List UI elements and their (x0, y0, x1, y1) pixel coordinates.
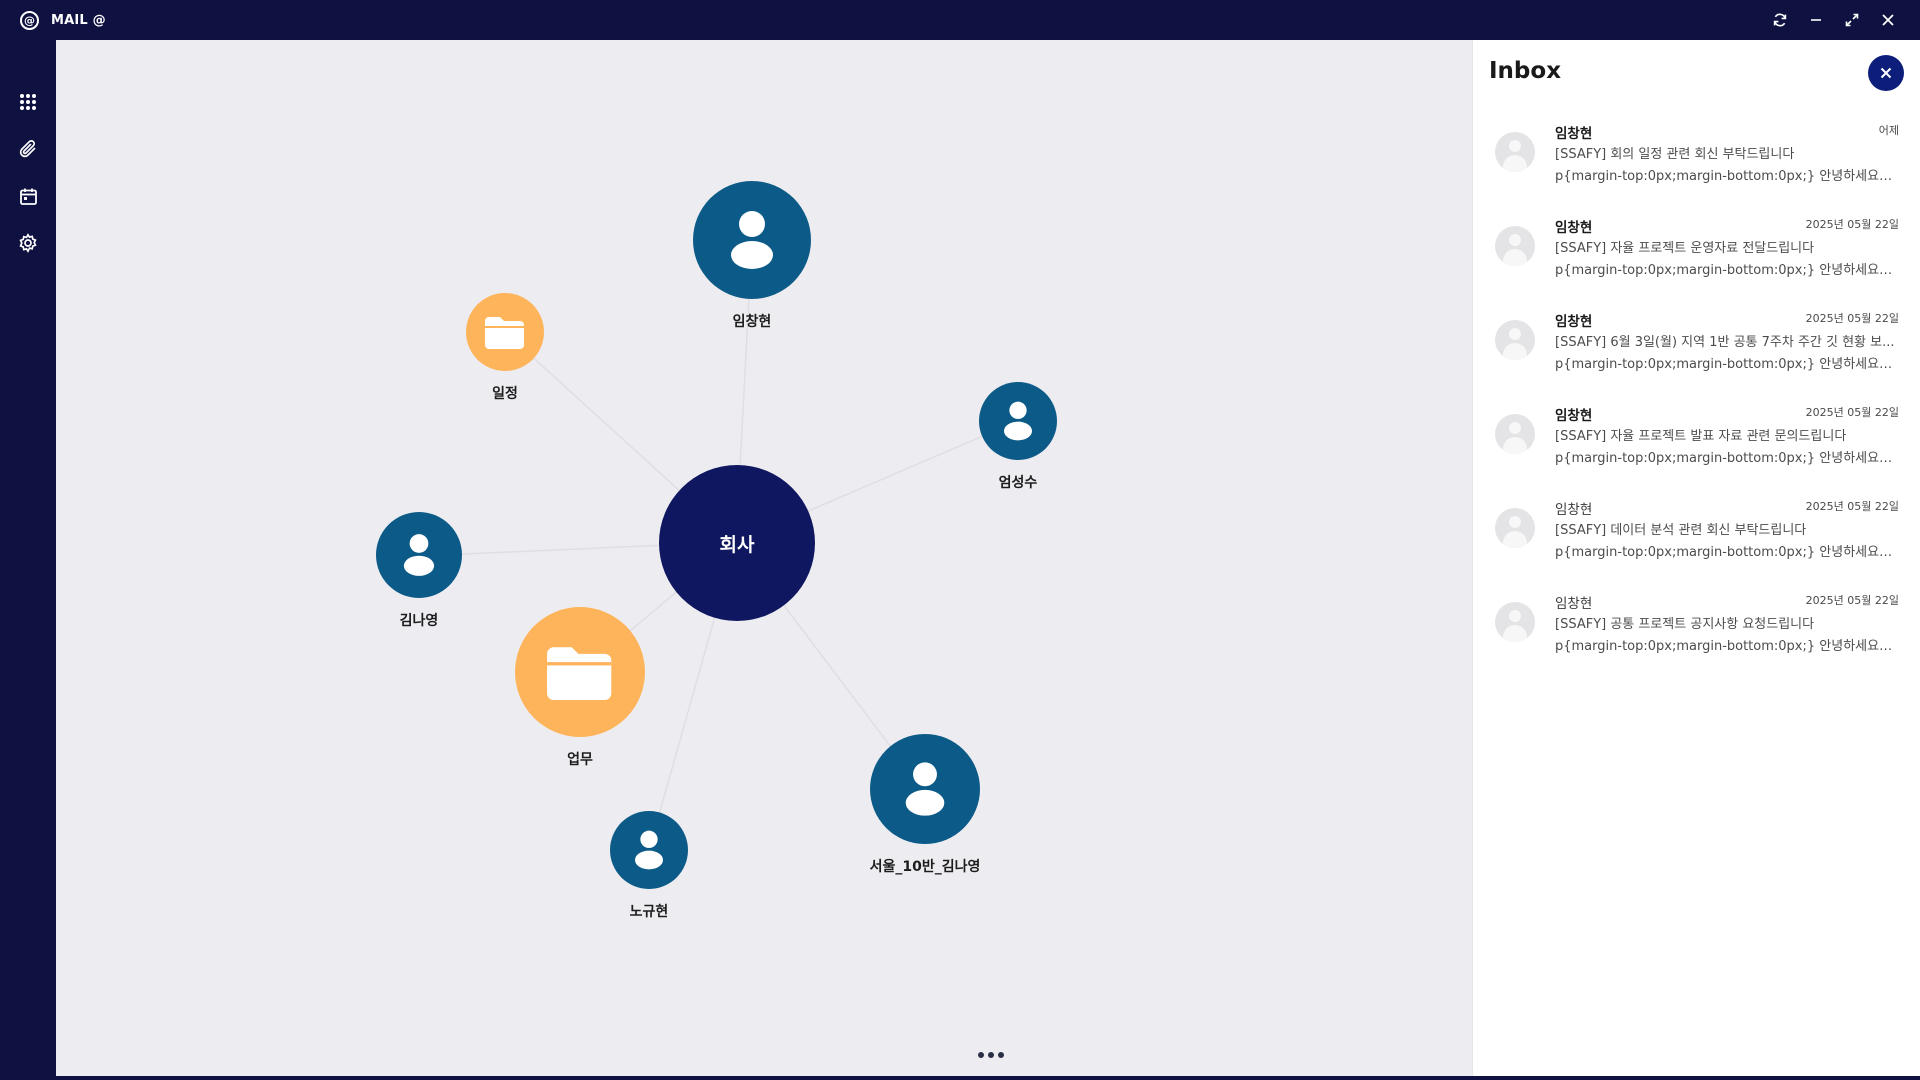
person-icon (731, 211, 773, 269)
mail-list: 임창현 어제 [SSAFY] 회의 일정 관련 회신 부탁드립니다 p{marg… (1473, 112, 1920, 676)
maximize-icon (1845, 13, 1859, 27)
person-icon (403, 534, 435, 576)
mail-date: 2025년 05월 22일 (1805, 594, 1899, 607)
mail-list-item[interactable]: 임창현 2025년 05월 22일 [SSAFY] 6월 3일(월) 지역 1반… (1473, 300, 1920, 394)
avatar (1495, 414, 1535, 454)
mail-sender: 임창현 (1555, 408, 1593, 424)
minimize-icon (1811, 19, 1821, 21)
mail-subject: [SSAFY] 자율 프로젝트 발표 자료 관련 문의드립니다 (1555, 429, 1847, 444)
mail-date: 2025년 05월 22일 (1805, 312, 1899, 325)
folder-icon (485, 317, 524, 349)
graph-node-center[interactable]: 회사 (659, 465, 815, 621)
maximize-button[interactable] (1834, 0, 1870, 40)
mail-date: 2025년 05월 22일 (1805, 218, 1899, 231)
sidebar (0, 40, 56, 1080)
mail-list-item[interactable]: 임창현 2025년 05월 22일 [SSAFY] 데이터 분석 관련 회신 부… (1473, 488, 1920, 582)
mail-logo-icon: @ (20, 10, 39, 30)
mail-list-item[interactable]: 임창현 2025년 05월 22일 [SSAFY] 자율 프로젝트 발표 자료 … (1473, 394, 1920, 488)
node-label: 업무 (567, 752, 593, 768)
mail-sender: 임창현 (1555, 314, 1593, 330)
mail-date: 2025년 05월 22일 (1805, 406, 1899, 419)
mail-preview: p{margin-top:0px;margin-bottom:0px;} 안녕하… (1555, 357, 1895, 372)
mail-preview: p{margin-top:0px;margin-bottom:0px;} 안녕하… (1555, 451, 1895, 466)
calendar-icon (19, 188, 37, 205)
node-label: 임창현 (732, 314, 772, 330)
sidebar-item-calendar[interactable] (8, 176, 48, 216)
app-title: MAIL @ (51, 12, 106, 28)
mail-preview: p{margin-top:0px;margin-bottom:0px;} 안녕하… (1555, 545, 1895, 560)
mail-list-item[interactable]: 임창현 2025년 05월 22일 [SSAFY] 공통 프로젝트 공지사항 요… (1473, 582, 1920, 676)
close-icon (1880, 67, 1892, 79)
mail-date: 2025년 05월 22일 (1805, 500, 1899, 513)
person-node-circle[interactable] (610, 811, 688, 889)
title-bar: @ MAIL @ (0, 0, 1920, 40)
folder-icon (547, 647, 612, 700)
mail-subject: [SSAFY] 회의 일정 관련 회신 부탁드립니다 (1555, 147, 1795, 162)
person-icon (1004, 401, 1032, 441)
close-inbox-button[interactable] (1868, 55, 1904, 91)
mail-list-item[interactable]: 임창현 2025년 05월 22일 [SSAFY] 자율 프로젝트 운영자료 전… (1473, 206, 1920, 300)
person-node-circle[interactable] (376, 512, 462, 598)
company-node-label: 회사 (719, 533, 755, 556)
mail-sender: 임창현 (1555, 126, 1593, 142)
close-window-button[interactable] (1870, 0, 1906, 40)
node-label: 노규현 (629, 904, 669, 920)
sidebar-item-attachments[interactable] (8, 129, 48, 169)
graph-node-folder[interactable]: 일정 (465, 293, 545, 403)
node-label: 서울_10반_김나영 (869, 859, 981, 875)
grid-icon (20, 94, 36, 110)
app-brand: @ MAIL @ (20, 10, 106, 30)
avatar (1495, 508, 1535, 548)
inbox-panel: Inbox 임창현 어제 [SSAFY] 회의 일정 관련 회신 부탁드립니다 … (1472, 40, 1920, 1076)
mail-subject: [SSAFY] 6월 3일(월) 지역 1반 공통 7주차 주간 깃 현황 보.… (1555, 335, 1895, 350)
mail-preview: p{margin-top:0px;margin-bottom:0px;} 안녕하… (1555, 263, 1895, 278)
sidebar-item-settings[interactable] (8, 223, 48, 263)
mail-sender: 임창현 (1555, 220, 1593, 236)
mail-date: 어제 (1878, 124, 1899, 137)
more-options-icon[interactable] (976, 1052, 1006, 1058)
window-controls (1762, 0, 1906, 40)
person-node-circle[interactable] (870, 734, 980, 844)
mail-subject: [SSAFY] 자율 프로젝트 운영자료 전달드립니다 (1555, 241, 1815, 256)
avatar (1495, 320, 1535, 360)
folder-node-circle[interactable] (515, 607, 645, 737)
gear-icon (19, 233, 37, 253)
close-icon (1882, 14, 1894, 26)
mail-sender: 임창현 (1555, 596, 1593, 612)
graph-node-person[interactable]: 노규현 (609, 811, 689, 921)
avatar (1495, 226, 1535, 266)
company-node[interactable]: 회사 (659, 465, 815, 621)
folder-node-circle[interactable] (466, 293, 544, 371)
avatar (1495, 132, 1535, 172)
refresh-button[interactable] (1762, 0, 1798, 40)
mail-subject: [SSAFY] 공통 프로젝트 공지사항 요청드립니다 (1555, 617, 1815, 632)
graph-node-person[interactable]: 서울_10반_김나영 (865, 734, 985, 876)
graph-node-person[interactable]: 임창현 (692, 181, 812, 331)
mail-list-item[interactable]: 임창현 어제 [SSAFY] 회의 일정 관련 회신 부탁드립니다 p{marg… (1473, 112, 1920, 206)
mail-preview: p{margin-top:0px;margin-bottom:0px;} 안녕하… (1555, 639, 1895, 654)
person-icon (905, 762, 945, 816)
mail-preview: p{margin-top:0px;margin-bottom:0px;} 안녕하… (1555, 169, 1895, 184)
paperclip-icon (19, 140, 36, 158)
avatar (1495, 602, 1535, 642)
node-label: 엄성수 (998, 475, 1038, 491)
person-icon (635, 830, 663, 870)
mail-subject: [SSAFY] 데이터 분석 관련 회신 부탁드립니다 (1555, 523, 1807, 538)
minimize-button[interactable] (1798, 0, 1834, 40)
refresh-icon (1773, 13, 1787, 27)
graph-node-person[interactable]: 김나영 (375, 512, 463, 630)
person-node-circle[interactable] (979, 382, 1057, 460)
relationship-graph[interactable]: 회사 임창현 일정 엄성수 김나영 업무 노규현 서울_10반_김나영 (56, 40, 1472, 1076)
sidebar-item-apps[interactable] (8, 82, 48, 122)
inbox-title: Inbox (1489, 58, 1562, 84)
person-node-circle[interactable] (693, 181, 811, 299)
mail-sender: 임창현 (1555, 502, 1593, 518)
node-label: 일정 (492, 386, 518, 402)
node-label: 김나영 (399, 613, 439, 629)
graph-node-folder[interactable]: 업무 (514, 607, 646, 769)
graph-node-person[interactable]: 엄성수 (976, 382, 1060, 492)
